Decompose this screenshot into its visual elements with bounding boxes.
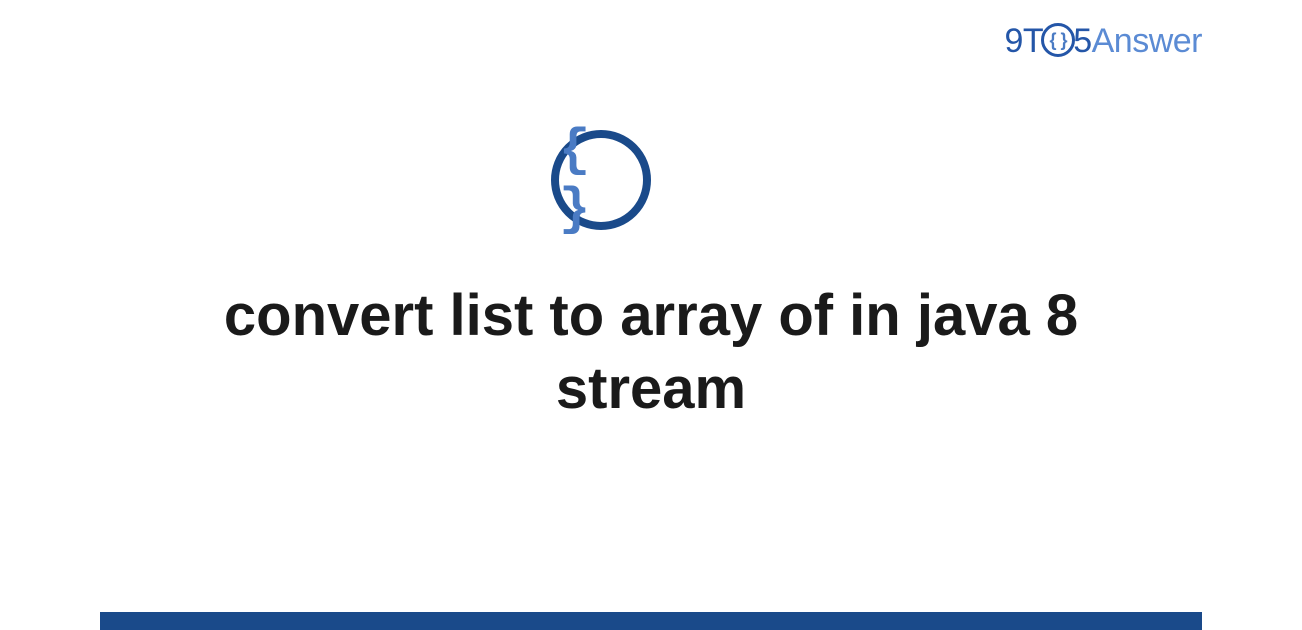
main-content: { } convert list to array of in java 8 s… bbox=[0, 130, 1302, 425]
logo-text-answer: Answer bbox=[1092, 22, 1202, 60]
logo-text-9t: 9T bbox=[1005, 22, 1044, 60]
logo-braces-icon: { } bbox=[1041, 23, 1075, 57]
logo-text-5: 5 bbox=[1073, 22, 1091, 60]
page-title: convert list to array of in java 8 strea… bbox=[151, 280, 1151, 425]
bottom-accent-bar bbox=[100, 612, 1202, 630]
code-braces-icon: { } bbox=[551, 130, 651, 230]
site-logo[interactable]: 9T{ }5Answer bbox=[1005, 22, 1202, 61]
braces-glyph: { } bbox=[559, 121, 643, 239]
header: 9T{ }5Answer bbox=[1005, 22, 1202, 61]
